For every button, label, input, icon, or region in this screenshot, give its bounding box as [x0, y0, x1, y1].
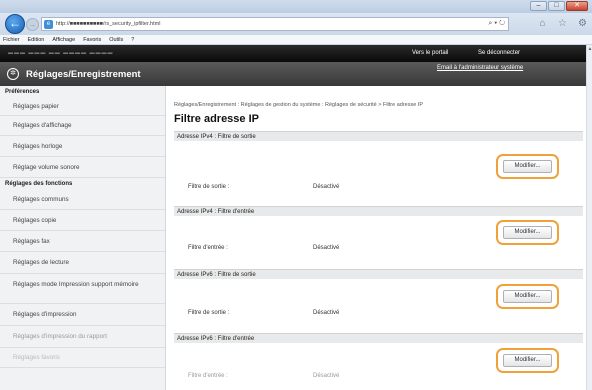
window-controls: – □ ✕ — [530, 1, 588, 11]
modify-ipv6-input-button[interactable]: Modifier... — [503, 354, 552, 367]
minimize-icon[interactable]: – — [530, 1, 547, 11]
main-content: Réglages/Enregistrement : Réglages de ge… — [166, 86, 586, 390]
menu-favoris[interactable]: Favoris — [83, 35, 101, 44]
ipv4-input-value: Désactivé — [313, 245, 340, 251]
browser-menubar: Fichier Edition Affichage Favoris Outils… — [0, 35, 592, 45]
ipv6-output-label: Filtre de sortie : — [188, 310, 230, 316]
section-ipv6-input-header: Adresse IPv6 : Filtre d'entrée — [174, 333, 583, 343]
sidebar-item-report-print[interactable]: Réglages d'impression du rapport — [0, 326, 165, 348]
gear-icon[interactable]: ⚙ — [577, 18, 588, 29]
modify-ipv4-output-button[interactable]: Modifier... — [503, 160, 552, 173]
forward-icon[interactable]: → — [26, 18, 39, 31]
sidebar-item-memory-print[interactable]: Réglages mode Impression support mémoire — [0, 274, 165, 304]
sidebar-heading-functions: Réglages des fonctions — [5, 181, 73, 187]
ipv6-input-label: Filtre d'entrée : — [188, 373, 228, 379]
device-name-redacted: ▬▬▬ ▬▬▬ ▬▬ ▬▬▬▬ ▬▬▬▬ — [8, 50, 114, 56]
menu-fichier[interactable]: Fichier — [3, 35, 20, 44]
sidebar-item-favorites[interactable]: Réglages favoris — [0, 348, 165, 368]
page-icon: e — [44, 20, 53, 29]
modify-ipv4-input-button[interactable]: Modifier... — [503, 226, 552, 239]
ipv4-output-value: Désactivé — [313, 184, 340, 190]
menu-affichage[interactable]: Affichage — [52, 35, 75, 44]
sidebar-heading-preferences: Préférences — [5, 89, 40, 95]
sidebar-item-display[interactable]: Réglages d'affichage — [0, 116, 165, 136]
web-page: ▬▬▬ ▬▬▬ ▬▬ ▬▬▬▬ ▬▬▬▬ Vers le portail Se … — [0, 45, 586, 390]
sidebar-item-print[interactable]: Réglages d'impression — [0, 304, 165, 326]
address-bar[interactable]: e http://■■■■■■■■■■/rs_security_ipfilter… — [41, 17, 509, 31]
breadcrumb: Réglages/Enregistrement : Réglages de ge… — [174, 102, 424, 108]
site-header: ✲ Réglages/Enregistrement Email à l'admi… — [0, 62, 586, 86]
home-icon[interactable]: ⌂ — [537, 18, 548, 29]
scroll-up-icon[interactable]: ▲ — [587, 45, 592, 53]
sidebar-item-volume[interactable]: Réglage volume sonore — [0, 157, 165, 178]
menu-help[interactable]: ? — [131, 35, 134, 44]
portal-link[interactable]: Vers le portail — [412, 50, 448, 56]
browser-navbar: ← → e http://■■■■■■■■■■/rs_security_ipfi… — [0, 13, 592, 35]
admin-email-link[interactable]: Email à l'administrateur système — [437, 65, 523, 71]
menu-outils[interactable]: Outils — [109, 35, 123, 44]
sidebar-item-paper[interactable]: Réglages papier — [0, 97, 165, 116]
ipv4-output-label: Filtre de sortie : — [188, 184, 230, 190]
sidebar-item-scan[interactable]: Réglages de lecture — [0, 252, 165, 274]
page-scrollbar[interactable]: ▲ — [586, 45, 592, 390]
star-icon[interactable]: ☆ — [557, 18, 568, 29]
page-title: Filtre adresse IP — [174, 113, 259, 125]
settings-icon: ✲ — [7, 68, 19, 80]
back-icon[interactable]: ← — [5, 14, 25, 34]
section-ipv6-output-header: Adresse IPv6 : Filtre de sortie — [174, 269, 583, 279]
section-ipv4-input-header: Adresse IPv4 : Filtre d'entrée — [174, 206, 583, 216]
ipv4-input-label: Filtre d'entrée : — [188, 245, 228, 251]
modify-ipv6-output-button[interactable]: Modifier... — [503, 290, 552, 303]
sidebar: Préférences Réglages papier Réglages d'a… — [0, 86, 166, 390]
ipv6-input-value: Désactivé — [313, 373, 340, 379]
window-titlebar: – □ ✕ — [0, 0, 592, 13]
sidebar-item-clock[interactable]: Réglages horloge — [0, 136, 165, 157]
ipv6-output-value: Désactivé — [313, 310, 340, 316]
sidebar-item-fax[interactable]: Réglages fax — [0, 231, 165, 252]
sidebar-item-common[interactable]: Réglages communs — [0, 189, 165, 210]
close-icon[interactable]: ✕ — [566, 1, 588, 11]
section-ipv4-output-header: Adresse IPv4 : Filtre de sortie — [174, 131, 583, 141]
browser-toolbar-icons: ⌂ ☆ ⚙ — [537, 18, 588, 29]
address-tools[interactable]: ⌕ ▾ ↻ — [488, 20, 505, 28]
menu-edition[interactable]: Edition — [28, 35, 45, 44]
sidebar-item-copy[interactable]: Réglages copie — [0, 210, 165, 231]
top-header: ▬▬▬ ▬▬▬ ▬▬ ▬▬▬▬ ▬▬▬▬ Vers le portail Se … — [0, 45, 586, 62]
site-title: Réglages/Enregistrement — [26, 69, 141, 80]
address-text: http://■■■■■■■■■■/rs_security_ipfilter.h… — [56, 21, 161, 27]
maximize-icon[interactable]: □ — [548, 1, 565, 11]
logout-link[interactable]: Se déconnecter — [478, 50, 520, 56]
